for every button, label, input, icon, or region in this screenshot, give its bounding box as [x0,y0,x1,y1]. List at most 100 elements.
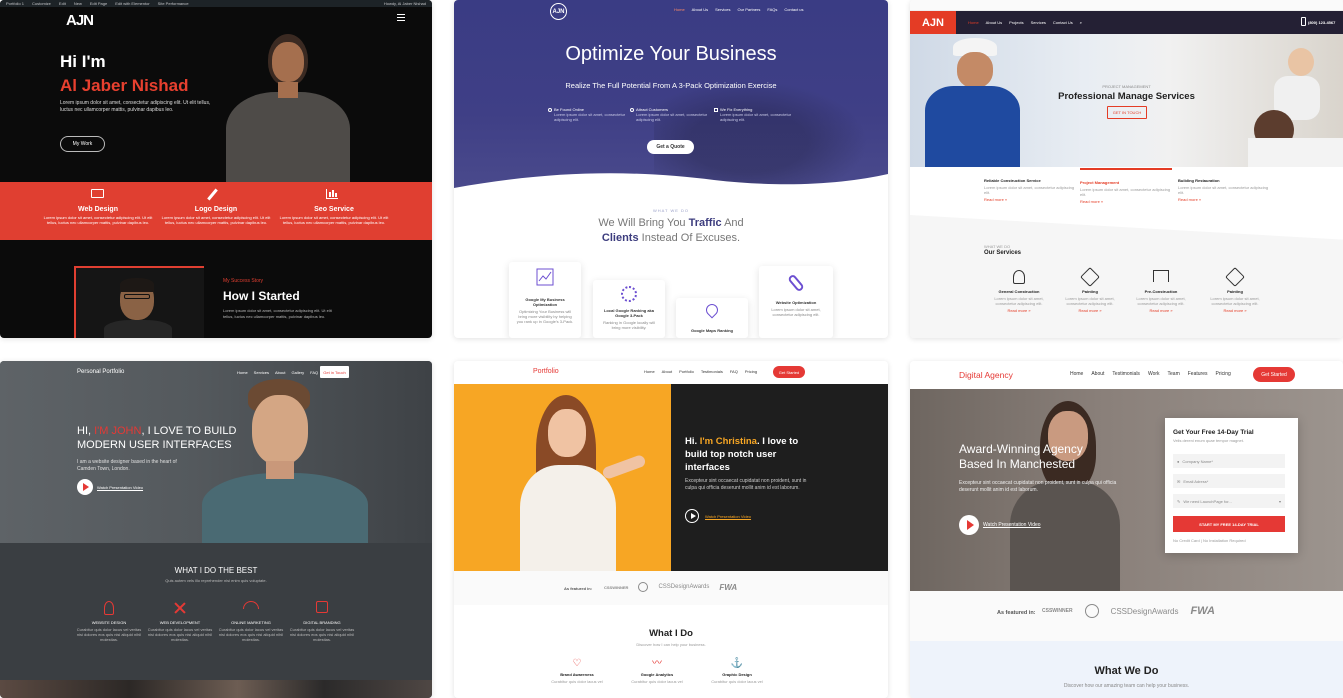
chart-icon [536,268,554,286]
nav-link[interactable]: Testimonials [1112,371,1140,377]
nav-link[interactable]: Gallery [291,370,304,375]
nav-link[interactable]: Services [715,7,730,12]
logo[interactable]: AJN [910,11,956,34]
logo[interactable]: AJN [550,3,567,20]
read-more-link[interactable]: Read more » [1080,199,1172,204]
phone-number[interactable]: (800) 123-4567 [1308,20,1335,25]
read-more-link[interactable]: Read more » [1126,308,1196,313]
nav-link[interactable]: Work [1148,371,1160,377]
nav-link[interactable]: Pricing [1215,371,1230,377]
main-nav: Home About Us Services Our Partners FAQs… [674,7,804,12]
nav-link[interactable]: FAQs [767,7,777,12]
read-more-link[interactable]: Read more » [1178,197,1270,202]
nav-link[interactable]: Home [1070,371,1083,377]
section-subtitle: Quis autem vels illo reprehender nisi en… [165,578,267,583]
what-i-do-panel [454,605,888,698]
get-started-button[interactable]: Get Started [773,366,805,378]
nav-link[interactable]: Features [1188,371,1208,377]
nav-link[interactable]: About Us [692,7,708,12]
get-in-touch-button[interactable]: GET IN TOUCH [1107,106,1147,119]
tab-item[interactable]: Building Restauration Lorem ipsum dolor … [1178,168,1270,202]
nav-link[interactable]: Our Partners [737,7,760,12]
tab-text: Lorem ipsum dolor sit amet, consectetur … [984,185,1075,195]
nav-link[interactable]: Portfolio [679,369,694,374]
tab-item[interactable]: Reliable Construction Service Lorem ipsu… [984,168,1076,202]
service-card[interactable]: Google My Business Optimization Optimizi… [509,262,581,338]
brand[interactable]: Personal Portfolio [77,369,124,375]
hero-label: PROJECT MANAGEMENT [1102,84,1151,89]
nav-link[interactable]: Contact us [784,7,803,12]
service-text: Lorem ipsum dolor sit amet, consectetur … [1065,296,1115,306]
nav-link[interactable]: Team [1168,371,1180,377]
logo[interactable]: AJN [66,12,94,29]
nav-link[interactable]: Services [1031,20,1046,25]
nav-link[interactable]: FAQ [310,370,318,375]
nav-link[interactable]: About Us [986,20,1002,25]
nav-link[interactable]: About [1091,371,1104,377]
nav-link[interactable]: Services [254,370,269,375]
brand[interactable]: Digital Agency [959,370,1013,380]
hero-headline: HI, I'M JOHN, I LOVE TO BUILD MODERN USE… [77,424,257,452]
read-more-link[interactable]: Read more » [1055,308,1125,313]
my-work-button[interactable]: My Work [60,136,105,152]
topbar-item[interactable]: Edit with Elementor [115,1,149,6]
topbar-item[interactable]: Site Performance [158,1,189,6]
read-more-link[interactable]: Read more » [984,197,1076,202]
card-portfolio-dark[interactable]: Portfolio 1 Customize Edit New Edit Page… [0,0,432,338]
main-nav: Home About Portfolio Testimonials FAQ Pr… [644,369,757,374]
service-text: Curabitur quis dolor lacus vel [711,679,763,684]
headline-text: , I LOVE TO BUILD [141,425,237,437]
nav-link[interactable]: Pricing [745,369,757,374]
watch-video-link[interactable]: Watch Presentation Video [983,522,1041,528]
nav-link[interactable]: About [662,369,672,374]
csswinner-logo: CSSWINNER [1042,608,1073,614]
hamburger-icon[interactable] [397,14,405,21]
watch-video-link[interactable]: Watch Presentation Video [705,514,751,519]
service-card[interactable]: Local Google Ranking aka Google 3-Pack R… [593,280,665,338]
start-trial-button[interactable]: START MY FREE 14-DAY TRIAL [1173,516,1285,532]
headline-text: HI, [77,425,92,437]
search-icon[interactable]: ⌕ [1080,20,1082,25]
topbar-item[interactable]: Customize [32,1,51,6]
nav-link[interactable]: Home [674,7,685,12]
nav-link[interactable]: Projects [1009,20,1023,25]
email-field[interactable]: ✉ Email Adress* [1173,474,1285,488]
card-personal-portfolio[interactable]: Personal Portfolio Home Services About G… [0,361,432,698]
card-digital-agency[interactable]: Digital Agency Home About Testimonials W… [910,361,1343,698]
nav-link[interactable]: Home [644,369,655,374]
card-christina-portfolio[interactable]: Portfolio Home About Portfolio Testimoni… [454,361,888,698]
nav-link[interactable]: Home [968,20,979,25]
nav-link[interactable]: Testimonials [701,369,723,374]
nav-link[interactable]: Home [237,370,248,375]
purpose-select[interactable]: ✎ We need LaunchPage for... ▾ [1173,494,1285,508]
company-field[interactable]: ● Company Name* [1173,454,1285,468]
card-business[interactable]: AJN Home About Us Services Our Partners … [454,0,888,338]
topbar-item[interactable]: Edit Page [90,1,107,6]
nav-link[interactable]: FAQ [730,369,738,374]
get-quote-button[interactable]: Get a Quote [647,140,694,154]
read-more-link[interactable]: Read more » [1200,308,1270,313]
services-label: WHAT WE DO [984,244,1011,249]
card-text: Ranking in Google locally will bring mor… [603,320,655,330]
brand[interactable]: Portfolio [533,368,559,375]
play-icon[interactable] [685,509,699,523]
play-icon[interactable] [77,479,93,495]
service-text: Curabitur quis dolor lacus vel veritas n… [218,627,284,642]
card-construction[interactable]: AJN Home About Us Projects Services Cont… [910,0,1343,338]
service-card[interactable]: Google Maps Ranking [676,298,748,338]
service-item: Seo Service Lorem ipsum dolor sit amet, … [274,206,394,225]
nav-link[interactable]: About [275,370,285,375]
get-started-button[interactable]: Get Started [1253,367,1295,382]
featured-logos: CSSWINNER CSSDesignAwards FWA [1042,604,1215,618]
topbar-item[interactable]: New [74,1,82,6]
service-card[interactable]: Website Optimization Lorem ipsum dolor s… [759,266,833,338]
tab-item-active[interactable]: Project Management Lorem ipsum dolor sit… [1080,168,1172,204]
topbar-user[interactable]: Howdy, Al Jaber Nishad [384,1,426,6]
topbar-item[interactable]: Edit [59,1,66,6]
get-in-touch-label: Get in Touch [323,369,346,375]
topbar-item[interactable]: Portfolio 1 [6,1,24,6]
play-icon[interactable] [959,515,979,535]
read-more-link[interactable]: Read more » [984,308,1054,313]
nav-link[interactable]: Contact Us [1053,20,1073,25]
watch-video-link[interactable]: Watch Presentation Video [97,485,143,490]
